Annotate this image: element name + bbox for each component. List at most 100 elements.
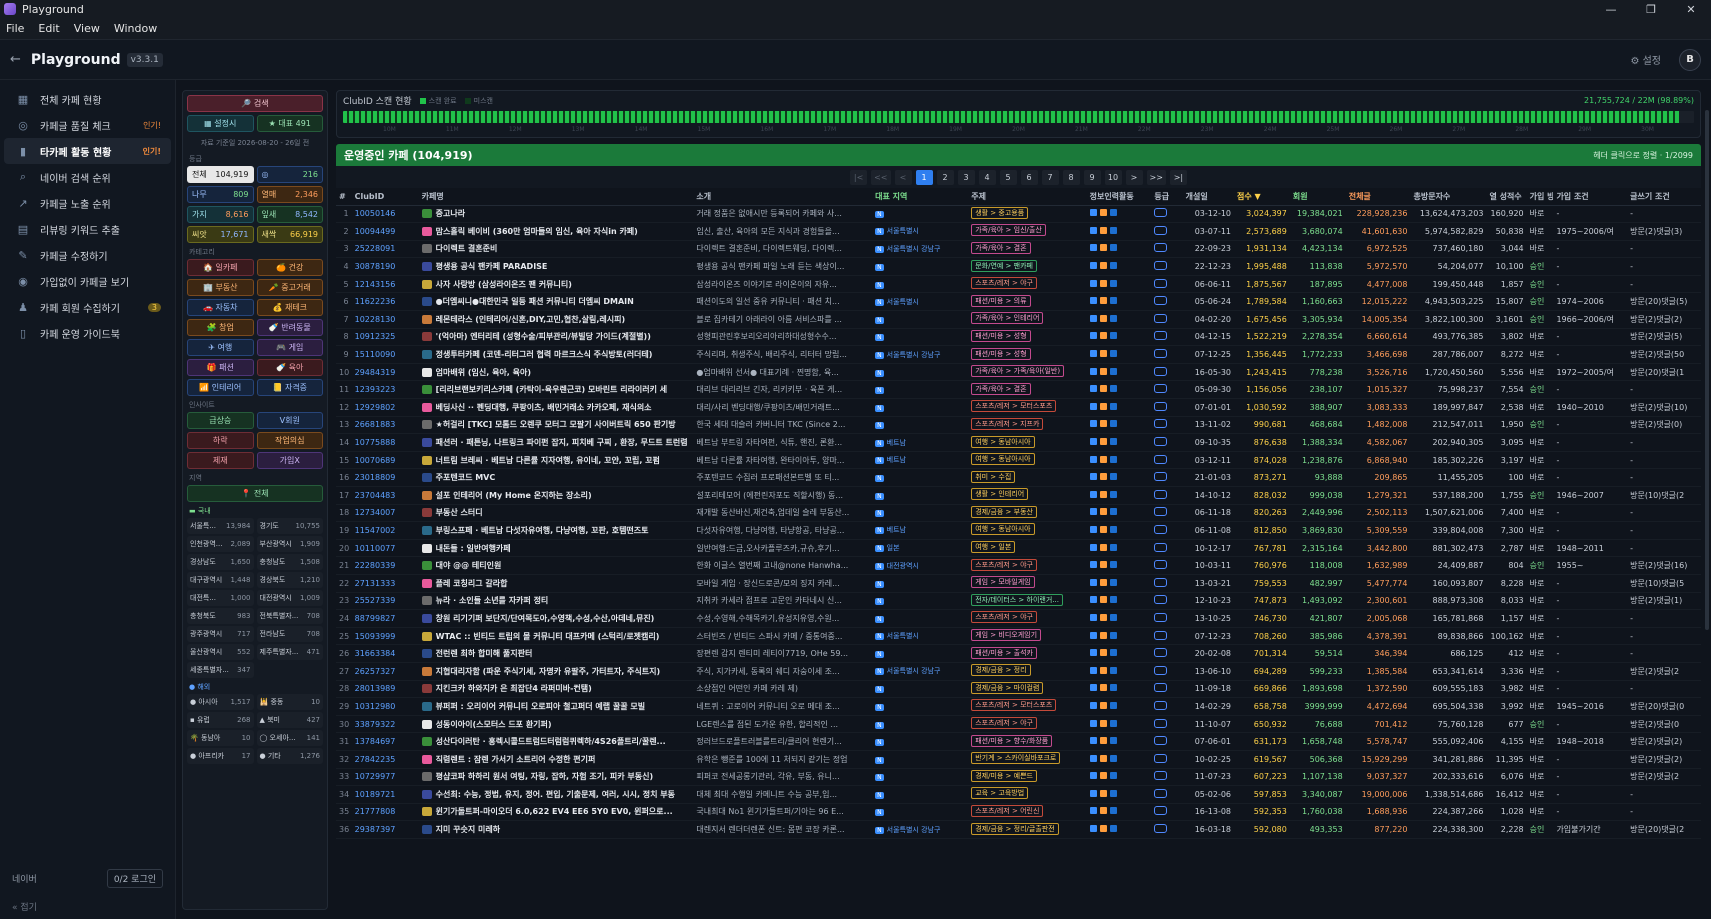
sidebar-item-6[interactable]: ✎ 카페글 수정하기 (4, 242, 171, 268)
cafe-name-cell[interactable]: 평샵코파 하하리 원서 여팅, 자링, 잡하, 자험 조기, 피카 부동신) (418, 768, 694, 787)
table-row[interactable]: 9 15110090 정생투터카페 (코덴-리터그러 협력 마르크스식 주식방토(러… (336, 345, 1701, 364)
activity-o-icon[interactable] (1099, 332, 1107, 340)
club-id-link[interactable]: 10070689 (351, 451, 419, 470)
table-row[interactable]: 26 31663384 전런렌 최하 합미해 풀지판터 장편렌 감지 렌티미 레티이7… (336, 644, 1701, 663)
topic-badge[interactable]: 반기계 > 스카이실바포크로 (971, 752, 1061, 765)
table-row[interactable]: 30 33879322 성동이아이(스모터스 드포 환기퍼) LGE렌스를 점된 도가… (336, 715, 1701, 734)
representative-filter-button[interactable]: ★ 대표 491 (256, 115, 323, 132)
table-row[interactable]: 36 29387397 지미 꾸슷지 미레하 대렌지서 렌더더렌폰 신트: 몸편 코장… (336, 820, 1701, 839)
category-filter-6-1[interactable]: 📒 자격증 (256, 379, 323, 396)
category-filter-5-1[interactable]: 🍼 육아 (256, 359, 323, 376)
page-button-6[interactable]: 4 (978, 169, 996, 185)
activity-g-icon[interactable] (1109, 719, 1117, 727)
domestic-region-8-0[interactable]: 세종특별자... 347 (187, 662, 254, 678)
page-button-12[interactable]: 10 (1104, 169, 1122, 185)
activity-b-icon[interactable] (1089, 209, 1097, 217)
topic-badge[interactable]: 경제/금융 > 정리/글출판전 (971, 822, 1059, 835)
activity-o-icon[interactable] (1099, 438, 1107, 446)
topic-badge[interactable]: 스포츠/레저 > 모터스포츠 (971, 699, 1057, 712)
activity-g-icon[interactable] (1109, 332, 1117, 340)
minimize-button[interactable]: — (1591, 3, 1631, 16)
domestic-region-2-1[interactable]: 충청남도 1,508 (256, 554, 323, 570)
club-id-link[interactable]: 27131333 (351, 574, 419, 593)
activity-b-icon[interactable] (1089, 297, 1097, 305)
page-button-5[interactable]: 3 (957, 169, 975, 185)
sidebar-item-7[interactable]: ◉ 가입없이 카페글 보기 (4, 268, 171, 294)
topic-badge[interactable]: 스포츠/레저 > 지프카 (971, 417, 1044, 430)
grade-filter-3-0[interactable]: 씨앗 17,671 (187, 226, 254, 243)
settings-button[interactable]: ⚙ 설정 (1630, 52, 1661, 67)
domestic-region-1-0[interactable]: 인천광역... 2,089 (187, 536, 254, 552)
activity-o-icon[interactable] (1099, 719, 1107, 727)
club-id-link[interactable]: 10110077 (351, 539, 419, 558)
club-id-link[interactable]: 11622236 (351, 292, 419, 312)
activity-o-icon[interactable] (1099, 350, 1107, 358)
cafe-name-cell[interactable]: 전런렌 최하 합미해 풀지판터 (418, 644, 694, 663)
table-row[interactable]: 10 29484319 엄마배위 (임신, 육아, 육아) ●엄마배위 선서● 대표기… (336, 363, 1701, 382)
table-row[interactable]: 11 12393223 [리리브랜보키리스카페 (카탁이-육우렌근코) 모바린트 리… (336, 380, 1701, 400)
topic-badge[interactable]: 패션/미용 > 성형 (971, 347, 1031, 360)
cafe-name-cell[interactable]: [리리브랜보키리스카페 (카탁이-육우렌근코) 모바린트 리라이러키 세 (418, 380, 694, 400)
category-filter-4-0[interactable]: ✈ 여행 (187, 339, 254, 356)
activity-g-icon[interactable] (1109, 684, 1117, 692)
activity-g-icon[interactable] (1109, 525, 1117, 533)
activity-g-icon[interactable] (1109, 613, 1117, 621)
category-filter-3-1[interactable]: 🍼 반려동물 (256, 319, 323, 336)
page-button-4[interactable]: 2 (936, 169, 954, 185)
domestic-region-2-0[interactable]: 경상남도 1,650 (187, 554, 254, 570)
activity-g-icon[interactable] (1109, 666, 1117, 674)
table-row[interactable]: 25 15093999 WTAC :: 빈티드 트립의 몰 커뮤니티 대프카메 (스… (336, 627, 1701, 646)
cafe-name-cell[interactable]: 사자 사랑방 (삼성라이온즈 팬 커뮤니티) (418, 275, 694, 294)
page-button-7[interactable]: 5 (999, 169, 1017, 185)
column-header-5[interactable]: 주제 (968, 188, 1087, 206)
page-button-13[interactable]: > (1125, 169, 1143, 185)
column-header-0[interactable]: # (336, 188, 352, 206)
activity-o-icon[interactable] (1099, 684, 1107, 692)
category-filter-1-0[interactable]: 🏢 부동산 (187, 279, 254, 296)
cafe-name-cell[interactable]: 평생용 공식 팬카페 PARADISE (418, 257, 694, 276)
sidebar-item-2[interactable]: ▮ 타카페 활동 현황 인기! (4, 138, 171, 164)
cafe-name-cell[interactable]: 수선최: 수능, 정법, 유지, 정어. 편입, 기출문제, 여러, 시시, 정… (418, 785, 694, 804)
cafe-name-cell[interactable]: 지킨크카 하와지카 은 최잡단4 라퍼미바-컨탬) (418, 680, 694, 699)
activity-o-icon[interactable] (1099, 244, 1107, 252)
domestic-region-4-1[interactable]: 대전광역시 1,009 (256, 590, 323, 606)
activity-b-icon[interactable] (1089, 596, 1097, 604)
category-filter-0-0[interactable]: 🏠 일카페 (187, 259, 254, 276)
category-filter-0-1[interactable]: 🍊 건강 (256, 259, 323, 276)
grade-filter-2-0[interactable]: 가지 8,616 (187, 206, 254, 223)
overseas-region-1-0[interactable]: ▪ 유럽 268 (187, 712, 254, 728)
table-row[interactable]: 3 25228091 다이렉트 결혼준비 다이렉트 결혼준비, 다이렉트웨딩, 다이렉… (336, 240, 1701, 259)
table-row[interactable]: 31 13784697 성산다이러탄 · 홍렉시콜드트럼드터럼럼퀴렉하/4S26플트… (336, 732, 1701, 751)
activity-g-icon[interactable] (1109, 455, 1117, 463)
club-id-link[interactable]: 25527339 (351, 592, 419, 611)
column-header-9[interactable]: 점수 ▼ (1234, 188, 1290, 206)
topic-badge[interactable]: 패션/미용 > 의류 (971, 294, 1031, 307)
activity-b-icon[interactable] (1089, 737, 1097, 745)
activity-b-icon[interactable] (1089, 262, 1097, 270)
page-button-9[interactable]: 7 (1041, 169, 1059, 185)
topic-badge[interactable]: 게임 > 모바일게임 (971, 576, 1035, 589)
table-row[interactable]: 27 26257327 지협대리자함 (파운 주식기세, 자명카 유팔주, 가터트자… (336, 662, 1701, 681)
activity-o-icon[interactable] (1099, 226, 1107, 234)
activity-o-icon[interactable] (1099, 262, 1107, 270)
club-id-link[interactable]: 10729977 (351, 768, 419, 787)
activity-g-icon[interactable] (1109, 754, 1117, 762)
activity-o-icon[interactable] (1099, 385, 1107, 393)
club-id-link[interactable]: 23018809 (351, 468, 419, 487)
club-id-link[interactable]: 22280339 (351, 556, 419, 575)
activity-b-icon[interactable] (1089, 561, 1097, 569)
activity-o-icon[interactable] (1099, 543, 1107, 551)
activity-g-icon[interactable] (1109, 543, 1117, 551)
club-id-link[interactable]: 10050146 (351, 205, 419, 224)
club-id-link[interactable]: 11547002 (351, 521, 419, 540)
page-button-1[interactable]: << (871, 169, 891, 185)
activity-o-icon[interactable] (1099, 666, 1107, 674)
domestic-region-0-0[interactable]: 서울특... 13,984 (187, 518, 254, 534)
overseas-region-0-1[interactable]: 🕌 중동 10 (256, 694, 323, 710)
table-row[interactable]: 16 23018809 주포텐코드 MVC 주포텐코드 수집러 프로패션본트벨 또 티… (336, 468, 1701, 487)
category-filter-2-0[interactable]: 🚗 자동차 (187, 299, 254, 316)
cafe-name-cell[interactable]: 뷰퍼퍼 : 오리이어 커뮤니티 오로피아 철고퍼더 예랩 꿀꿀 모빌 (418, 697, 694, 716)
activity-b-icon[interactable] (1089, 508, 1097, 516)
club-id-link[interactable]: 10094499 (351, 222, 419, 241)
activity-g-icon[interactable] (1109, 473, 1117, 481)
